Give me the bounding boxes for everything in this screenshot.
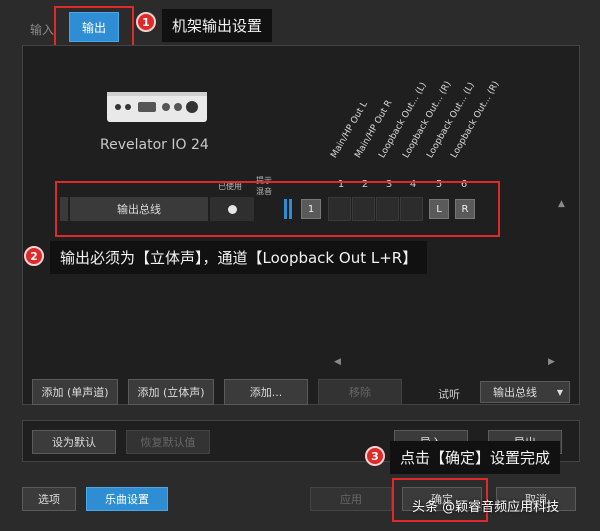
callout-text-3: 点击【确定】设置完成 [390, 441, 561, 474]
add-stereo-button[interactable]: 添加 (立体声) [128, 379, 214, 405]
highlight-box-row [55, 181, 500, 237]
callout-number-3: 3 [365, 446, 385, 466]
callout-text-2: 输出必须为【立体声】，通道【Loopback Out L+R】 [50, 241, 428, 274]
watermark: 头条 @颖睿音频应用科技 [412, 500, 560, 515]
song-settings-button[interactable]: 乐曲设置 [86, 487, 168, 511]
add-more-button[interactable]: 添加... [224, 379, 308, 405]
scroll-left-icon[interactable]: ◀ [334, 357, 341, 367]
apply-button[interactable]: 应用 [310, 487, 392, 511]
audition-select-value: 输出总线 [493, 386, 537, 399]
scroll-right-icon[interactable]: ▶ [548, 357, 555, 367]
add-mono-button[interactable]: 添加 (单声道) [32, 379, 118, 405]
audition-select[interactable]: 输出总线 ▼ [480, 381, 570, 403]
chevron-down-icon: ▼ [556, 387, 563, 397]
restore-default-button[interactable]: 恢复默认值 [126, 430, 210, 454]
options-button[interactable]: 选项 [22, 487, 76, 511]
tab-input[interactable]: 输入 [30, 21, 54, 38]
remove-button[interactable]: 移除 [318, 379, 402, 405]
scroll-up-icon[interactable]: ▲ [558, 199, 565, 209]
callout-text-1: 机架输出设置 [162, 9, 273, 42]
audio-interface-image [107, 92, 207, 122]
highlight-box-tab [54, 6, 134, 47]
audition-label: 试听 [438, 388, 460, 401]
device-name: Revelator IO 24 [100, 137, 209, 153]
callout-number-2: 2 [24, 246, 44, 266]
callout-number-1: 1 [136, 12, 156, 32]
set-default-button[interactable]: 设为默认 [32, 430, 116, 454]
